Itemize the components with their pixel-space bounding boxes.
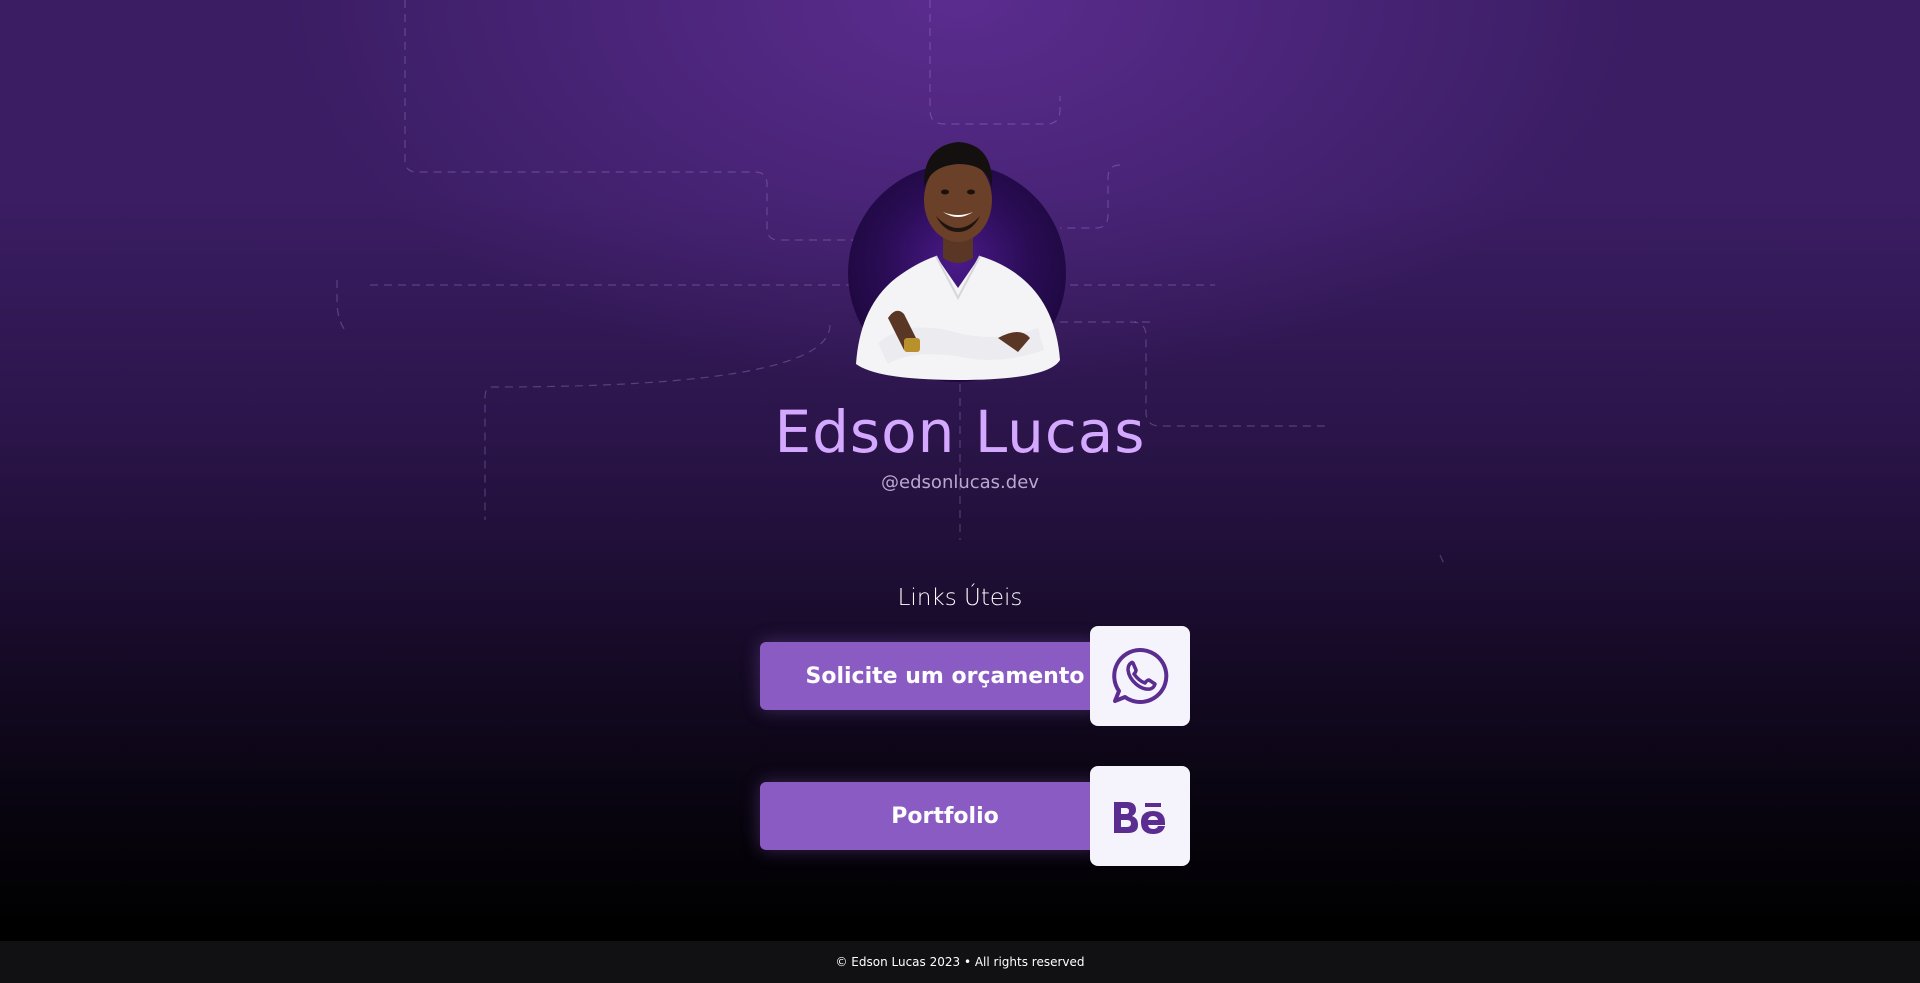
links-section-title: Links Úteis xyxy=(897,585,1023,611)
whatsapp-icon-button[interactable] xyxy=(1090,626,1190,726)
link-item-quote: Solicite um orçamento xyxy=(760,626,1190,726)
portfolio-button[interactable]: Portfolio xyxy=(760,782,1100,850)
quote-request-label: Solicite um orçamento xyxy=(805,663,1085,689)
avatar xyxy=(848,128,1066,382)
footer-copyright: © Edson Lucas 2023 • All rights reserved xyxy=(835,955,1085,969)
quote-request-button[interactable]: Solicite um orçamento xyxy=(760,642,1100,710)
link-item-portfolio: Portfolio xyxy=(760,766,1190,866)
footer: © Edson Lucas 2023 • All rights reserved xyxy=(0,941,1920,983)
profile-name: Edson Lucas xyxy=(774,398,1146,466)
whatsapp-icon xyxy=(1112,647,1169,704)
profile-handle: @edsonlucas.dev xyxy=(881,472,1039,493)
behance-icon-button[interactable] xyxy=(1090,766,1190,866)
portfolio-label: Portfolio xyxy=(891,803,999,829)
behance-icon xyxy=(1114,802,1165,834)
profile-photo xyxy=(856,142,1060,380)
